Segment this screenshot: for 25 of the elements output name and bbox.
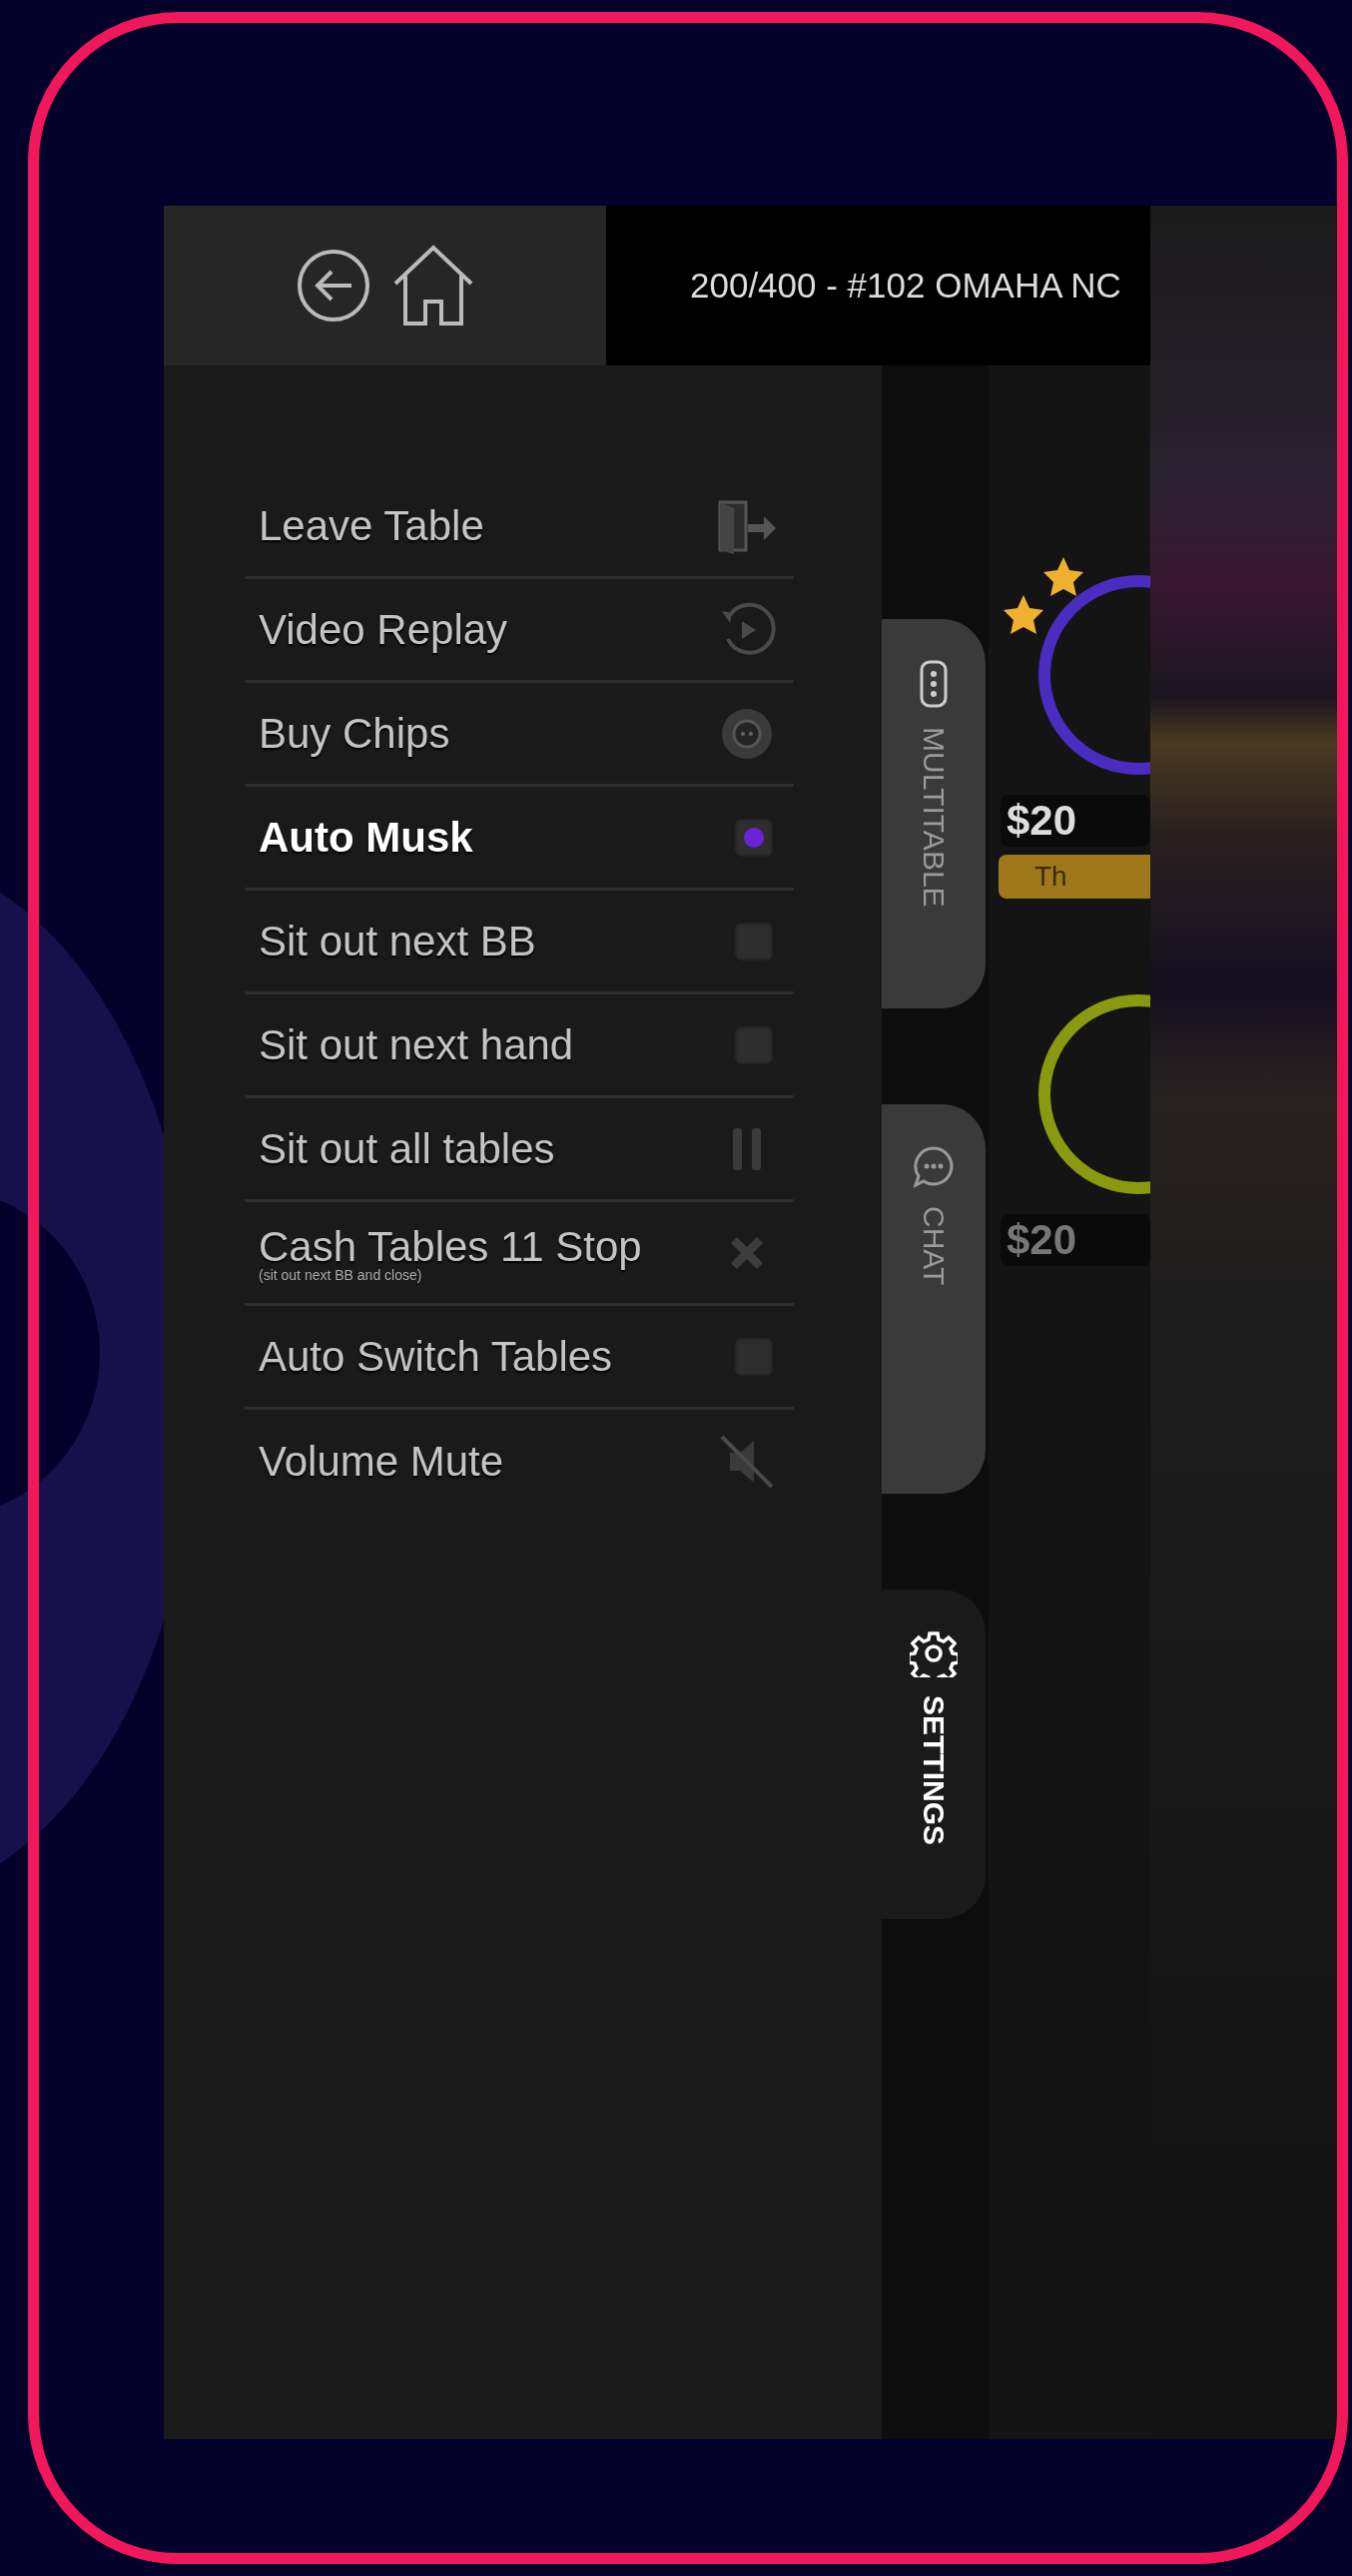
menu-item-label[interactable]: Leave Table — [259, 501, 484, 550]
dots-icon — [919, 659, 949, 709]
side-tab[interactable]: SETTINGS — [882, 1590, 986, 1919]
menu-item-label[interactable]: Sit out next BB — [259, 917, 536, 966]
menu-item-label[interactable]: Buy Chips — [259, 709, 450, 758]
table-title: 200/400 - #102 OMAHA NC — [690, 266, 1121, 306]
menu-item-label[interactable]: Sit out all tables — [259, 1124, 555, 1173]
menu-item-label[interactable]: Video Replay — [259, 605, 508, 654]
menu-item-label[interactable]: Auto Musk — [259, 813, 473, 862]
menu-item-note: (sit out next BB and close) — [259, 1266, 423, 1283]
player-banner: Th — [999, 855, 1150, 899]
chip-stack-amount: $20 — [1001, 795, 1150, 847]
checkbox[interactable] — [734, 1336, 774, 1377]
menu-item-label[interactable]: Sit out next hand — [259, 1020, 574, 1069]
checkbox[interactable] — [734, 1024, 774, 1065]
chip-stack-amount: $20 — [1001, 1214, 1150, 1266]
side-tab[interactable]: CHAT — [882, 1104, 986, 1494]
menu-item-label[interactable]: Auto Switch Tables — [259, 1332, 613, 1381]
menu-item-label[interactable]: Volume Mute — [259, 1438, 504, 1486]
settings-icon — [910, 1629, 958, 1677]
chat-icon — [912, 1144, 956, 1188]
checkbox[interactable] — [734, 921, 774, 962]
side-tab[interactable]: MULTITABLE — [882, 619, 986, 1008]
back-icon[interactable] — [295, 248, 371, 323]
checkbox[interactable] — [734, 817, 774, 858]
